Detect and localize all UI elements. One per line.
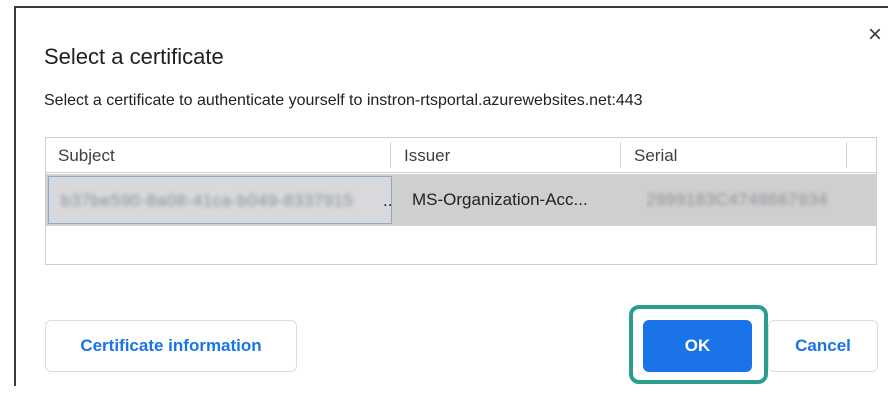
cell-subject[interactable]: b37be590-8a08-41ca-b049-8337915 .. [48, 176, 392, 224]
column-separator[interactable] [390, 142, 391, 168]
close-icon[interactable]: × [862, 22, 888, 48]
subject-value: b37be590-8a08-41ca-b049-8337915 [61, 191, 354, 210]
dialog-title: Select a certificate [44, 44, 224, 69]
serial-value: 2999183C4748667934 [646, 190, 829, 209]
cell-issuer[interactable]: MS-Organization-Acc... [412, 174, 620, 226]
subject-ellipsis: .. [383, 191, 392, 210]
column-header-issuer[interactable]: Issuer [404, 138, 450, 172]
window-border-top [14, 6, 888, 8]
table-row[interactable]: b37be590-8a08-41ca-b049-8337915 .. MS-Or… [46, 174, 876, 226]
certificate-information-button[interactable]: Certificate information [45, 320, 297, 372]
window-border-left [14, 6, 16, 386]
column-separator[interactable] [620, 142, 621, 168]
dialog-subtitle: Select a certificate to authenticate you… [44, 92, 643, 109]
table-header: Subject Issuer Serial [46, 138, 876, 173]
cell-serial[interactable]: 2999183C4748667934 [646, 174, 846, 226]
ok-button[interactable]: OK [643, 320, 752, 372]
column-separator[interactable] [846, 142, 847, 168]
certificate-table: Subject Issuer Serial b37be590-8a08-41ca… [45, 137, 877, 265]
cancel-button[interactable]: Cancel [768, 320, 878, 372]
column-header-serial[interactable]: Serial [634, 138, 677, 172]
certificate-dialog: × Select a certificate Select a certific… [0, 0, 888, 396]
column-header-subject[interactable]: Subject [58, 138, 115, 172]
